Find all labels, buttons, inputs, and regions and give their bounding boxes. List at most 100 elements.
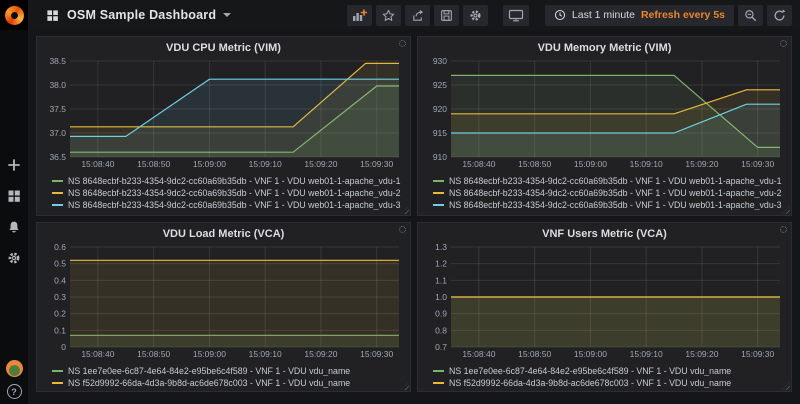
dashboards-grid-icon: [7, 189, 21, 203]
svg-text:15:09:10: 15:09:10: [249, 349, 282, 359]
legend-item[interactable]: NS 1ee7e0ee-6c87-4e64-84e2-e95be6c4f589 …: [433, 365, 786, 377]
legend-item[interactable]: NS 8648ecbf-b233-4354-9dc2-cc60a69b35db …: [433, 199, 786, 211]
refresh-icon: [773, 9, 786, 22]
legend-series-label: NS 8648ecbf-b233-4354-9dc2-cc60a69b35db …: [449, 188, 782, 198]
help-icon[interactable]: ?: [7, 384, 22, 399]
clock-icon: [554, 9, 566, 21]
share-button[interactable]: [405, 5, 430, 26]
svg-text:15:08:50: 15:08:50: [137, 349, 170, 359]
legend-series-label: NS 8648ecbf-b233-4354-9dc2-cc60a69b35db …: [449, 200, 782, 210]
chart-legend: NS 1ee7e0ee-6c87-4e64-84e2-e95be6c4f589 …: [423, 365, 786, 389]
grafana-logo[interactable]: [0, 0, 28, 30]
chart-canvas[interactable]: 15:08:4015:08:5015:09:0015:09:1015:09:20…: [42, 56, 404, 170]
svg-text:15:09:00: 15:09:00: [193, 349, 226, 359]
legend-item[interactable]: NS 8648ecbf-b233-4354-9dc2-cc60a69b35db …: [52, 175, 405, 187]
svg-text:15:09:10: 15:09:10: [630, 349, 663, 359]
sidebar-item-dashboards[interactable]: [3, 187, 25, 205]
svg-text:1.0: 1.0: [435, 292, 447, 302]
plus-icon: [7, 158, 21, 172]
svg-text:15:09:30: 15:09:30: [741, 159, 774, 169]
svg-text:37.5: 37.5: [49, 104, 66, 114]
svg-text:37.0: 37.0: [49, 128, 66, 138]
add-panel-button[interactable]: [347, 5, 372, 26]
svg-text:0: 0: [61, 342, 66, 352]
sidebar-item-alerting[interactable]: [3, 218, 25, 236]
legend-item[interactable]: NS 8648ecbf-b233-4354-9dc2-cc60a69b35db …: [52, 199, 405, 211]
svg-text:0.6: 0.6: [54, 242, 66, 252]
time-range-label: Last 1 minute: [572, 9, 635, 21]
chart-legend: NS 1ee7e0ee-6c87-4e64-84e2-e95be6c4f589 …: [42, 365, 405, 389]
legend-series-color-icon: [433, 370, 444, 372]
chart-canvas[interactable]: 15:08:40 15:08:50 15:09:00 15:09:10 15:09:20…: [423, 56, 785, 170]
grafana-flame-icon: [5, 6, 24, 25]
legend-item[interactable]: NS 1ee7e0ee-6c87-4e64-84e2-e95be6c4f589 …: [52, 365, 405, 377]
share-icon: [411, 9, 424, 22]
panel-vdu-memory-metric: VDU Memory Metric (VIM) 15:08:40 15:08:50…: [417, 36, 792, 216]
configuration-gear-icon: [7, 251, 21, 265]
legend-item[interactable]: NS f52d9992-66da-4d3a-9b8d-ac6de678c003 …: [52, 377, 405, 389]
save-button[interactable]: [434, 5, 459, 26]
refresh-button[interactable]: [767, 5, 792, 26]
chevron-down-icon[interactable]: [223, 13, 231, 17]
panel-vnf-users-metric: VNF Users Metric (VCA) 15:08:4015:08:501…: [417, 222, 792, 392]
chart-canvas[interactable]: 15:08:4015:08:5015:09:0015:09:1015:09:20…: [42, 242, 404, 360]
svg-text:15:09:20: 15:09:20: [685, 159, 718, 169]
svg-text:15:09:20: 15:09:20: [685, 349, 718, 359]
panel-vdu-load-metric: VDU Load Metric (VCA) 15:08:4015:08:5015…: [36, 222, 411, 392]
panel-vdu-cpu-metric: VDU CPU Metric (VIM) 15:08:4015:08:5015:…: [36, 36, 411, 216]
legend-series-label: NS 8648ecbf-b233-4354-9dc2-cc60a69b35db …: [68, 188, 401, 198]
chart-canvas[interactable]: 15:08:40 15:08:50 15:09:00 15:09:10 15:09:20…: [423, 242, 785, 360]
legend-series-label: NS f52d9992-66da-4d3a-9b8d-ac6de678c003 …: [68, 378, 350, 388]
svg-text:15:09:10: 15:09:10: [630, 159, 663, 169]
legend-item[interactable]: NS 8648ecbf-b233-4354-9dc2-cc60a69b35db …: [52, 187, 405, 199]
dashboard-settings-button[interactable]: [463, 5, 488, 26]
legend-series-color-icon: [433, 204, 444, 206]
save-icon: [440, 9, 453, 22]
zoom-out-button[interactable]: [738, 5, 763, 26]
dashboard-title[interactable]: OSM Sample Dashboard: [67, 8, 216, 22]
sidebar-item-create[interactable]: [3, 156, 25, 174]
svg-text:925: 925: [433, 80, 447, 90]
user-avatar[interactable]: [6, 360, 23, 377]
legend-item[interactable]: NS f52d9992-66da-4d3a-9b8d-ac6de678c003 …: [433, 377, 786, 389]
time-range-picker[interactable]: Last 1 minute Refresh every 5s: [545, 5, 734, 26]
svg-text:0.3: 0.3: [54, 292, 66, 302]
svg-text:915: 915: [433, 128, 447, 138]
svg-text:15:08:50: 15:08:50: [518, 159, 551, 169]
panel-title[interactable]: VDU Memory Metric (VIM): [423, 40, 786, 56]
svg-text:15:09:30: 15:09:30: [741, 349, 774, 359]
panel-loading-spinner: [780, 40, 787, 47]
svg-text:0.1: 0.1: [54, 325, 66, 335]
legend-item[interactable]: NS 8648ecbf-b233-4354-9dc2-cc60a69b35db …: [433, 175, 786, 187]
svg-text:15:09:00: 15:09:00: [574, 349, 607, 359]
cycle-view-mode-button[interactable]: [503, 5, 529, 26]
chart-legend: NS 8648ecbf-b233-4354-9dc2-cc60a69b35db …: [42, 175, 405, 211]
svg-text:15:08:40: 15:08:40: [462, 349, 495, 359]
panel-title[interactable]: VNF Users Metric (VCA): [423, 226, 786, 242]
svg-text:0.5: 0.5: [54, 259, 66, 269]
sidebar-item-configuration[interactable]: [3, 249, 25, 267]
svg-text:15:08:50: 15:08:50: [137, 159, 170, 169]
legend-series-label: NS 8648ecbf-b233-4354-9dc2-cc60a69b35db …: [68, 200, 401, 210]
legend-item[interactable]: NS 8648ecbf-b233-4354-9dc2-cc60a69b35db …: [433, 187, 786, 199]
legend-series-label: NS 1ee7e0ee-6c87-4e64-84e2-e95be6c4f589 …: [449, 366, 731, 376]
svg-text:15:08:50: 15:08:50: [518, 349, 551, 359]
panel-title[interactable]: VDU Load Metric (VCA): [42, 226, 405, 242]
svg-text:36.5: 36.5: [49, 152, 66, 162]
svg-text:15:09:00: 15:09:00: [574, 159, 607, 169]
left-sidebar: ?: [0, 0, 28, 404]
legend-series-color-icon: [433, 180, 444, 182]
star-button[interactable]: [376, 5, 401, 26]
panel-title[interactable]: VDU CPU Metric (VIM): [42, 40, 405, 56]
legend-series-label: NS f52d9992-66da-4d3a-9b8d-ac6de678c003 …: [449, 378, 731, 388]
legend-series-color-icon: [52, 180, 63, 182]
svg-text:15:08:40: 15:08:40: [462, 159, 495, 169]
svg-text:910: 910: [433, 152, 447, 162]
svg-text:38.0: 38.0: [49, 80, 66, 90]
legend-series-label: NS 8648ecbf-b233-4354-9dc2-cc60a69b35db …: [449, 176, 782, 186]
svg-text:38.5: 38.5: [49, 56, 66, 66]
svg-text:15:09:00: 15:09:00: [193, 159, 226, 169]
svg-text:0.2: 0.2: [54, 309, 66, 319]
dashboard-apps-icon[interactable]: [46, 9, 59, 22]
svg-text:0.8: 0.8: [435, 325, 447, 335]
